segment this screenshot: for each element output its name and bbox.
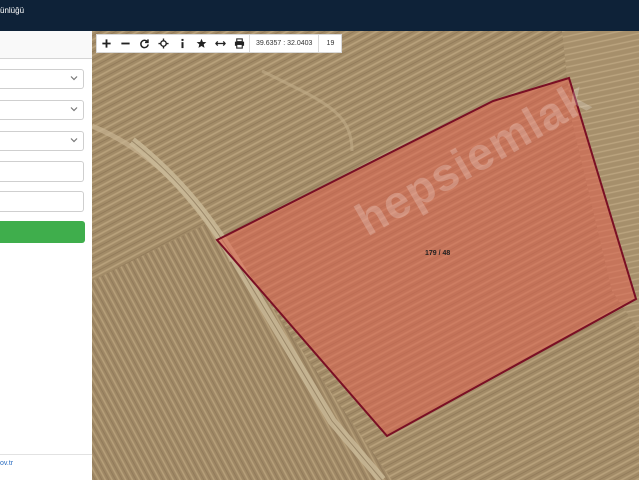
query-button[interactable] [0,221,85,243]
coordinate-readout: 39.6357 : 32.0403 [249,35,318,52]
chevron-down-icon [70,107,78,112]
refresh-icon [140,39,149,49]
district-select[interactable] [0,100,84,120]
info-button[interactable] [173,35,192,52]
plus-icon [102,39,111,48]
parcel-number-input[interactable] [0,191,84,212]
province-select[interactable] [0,69,84,89]
footer-link[interactable]: ov.tr [0,460,13,467]
app-title: ünlüğü [0,6,25,15]
locate-icon [158,38,169,49]
zoom-out-button[interactable] [116,35,135,52]
refresh-button[interactable] [135,35,154,52]
star-icon [196,38,207,48]
block-number-input[interactable] [0,161,84,182]
measure-button[interactable] [211,35,230,52]
map-view[interactable]: hepsiemlak 179 / 48 39.6357 : 32.0403 19 [92,31,639,480]
favorite-button[interactable] [192,35,211,52]
zoom-in-button[interactable] [97,35,116,52]
info-icon [181,38,184,49]
chevron-down-icon [70,76,78,81]
parcel-query-panel: ov.tr [0,31,92,480]
top-header-bar: ünlüğü [0,0,639,31]
panel-divider [0,454,92,455]
print-icon [234,38,245,49]
parcel-label: 179 / 48 [425,250,451,257]
panel-header [0,31,92,59]
neighborhood-select[interactable] [0,131,84,151]
chevron-down-icon [70,138,78,143]
locate-button[interactable] [154,35,173,52]
print-button[interactable] [230,35,249,52]
measure-icon [215,41,226,46]
map-toolbar: 39.6357 : 32.0403 19 [96,34,343,53]
zoom-level-readout: 19 [318,35,341,52]
minus-icon [121,42,130,45]
